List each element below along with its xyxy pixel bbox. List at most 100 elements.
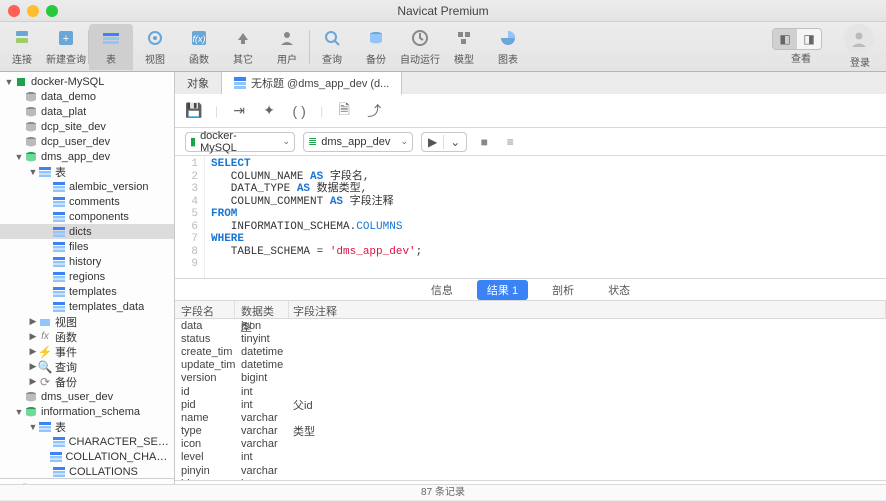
tree-item[interactable]: dcp_user_dev	[0, 134, 174, 149]
tb-new-query[interactable]: +新建查询	[44, 24, 88, 70]
col-header-type[interactable]: 数据类型	[235, 301, 289, 318]
tree-icon	[52, 181, 66, 193]
tab-objects[interactable]: 对象	[175, 72, 222, 94]
tree-icon	[24, 136, 38, 148]
window-minimize[interactable]	[27, 5, 39, 17]
tree-item[interactable]: alembic_version	[0, 179, 174, 194]
svg-text:f(x): f(x)	[193, 34, 206, 44]
tree-icon	[52, 436, 66, 448]
grid-row[interactable]: typevarchar类型	[175, 425, 886, 438]
tb-other[interactable]: 其它	[221, 24, 265, 70]
grid-row[interactable]: pidint父id	[175, 398, 886, 411]
tb-view[interactable]: 视图	[133, 24, 177, 70]
database-select[interactable]: ≣ dms_app_dev ⌄	[303, 132, 413, 152]
tree-icon: 🔍	[38, 361, 52, 373]
tb-function[interactable]: f(x)函数	[177, 24, 221, 70]
brackets-icon[interactable]: ( )	[290, 102, 308, 120]
connection-select[interactable]: ▮ docker-MySQL ⌄	[185, 132, 295, 152]
grid-row[interactable]: update_timdatetime	[175, 359, 886, 372]
tree-item[interactable]: ▶⟳备份	[0, 374, 174, 389]
grid-row[interactable]: versionbigint	[175, 372, 886, 385]
run-button[interactable]: ▶⌄	[421, 132, 467, 152]
tb-automation[interactable]: 自动运行	[398, 24, 442, 70]
explain-button[interactable]: ≡	[501, 133, 519, 151]
window-close[interactable]	[8, 5, 20, 17]
main-toolbar: 连接 +新建查询 表 视图 f(x)函数 其它 用户 查询 备份 自动运行 模型…	[0, 22, 886, 72]
tree-item[interactable]: COLLATIONS	[0, 464, 174, 478]
chevron-down-icon: ⌄	[276, 136, 290, 147]
tb-table[interactable]: 表	[89, 24, 133, 70]
grid-row[interactable]: datajson	[175, 319, 886, 332]
tree-item[interactable]: templates_data	[0, 299, 174, 314]
pane-right-icon[interactable]: ◨	[797, 29, 821, 49]
tb-connect[interactable]: 连接	[0, 24, 44, 70]
tree-icon	[52, 226, 66, 238]
tree-icon	[24, 106, 38, 118]
user-avatar[interactable]	[844, 24, 874, 54]
action-row: 💾 | ⇥ ✦ ( ) | 🗎 ⤴	[175, 94, 886, 128]
grid-row[interactable]: create_timdatetime	[175, 345, 886, 358]
window-zoom[interactable]	[46, 5, 58, 17]
tree-item[interactable]: ▶视图	[0, 314, 174, 329]
col-header-comment[interactable]: 字段注释	[289, 301, 886, 318]
indent-icon[interactable]: ⇥	[230, 102, 248, 120]
tree-icon	[24, 151, 38, 163]
grid-row[interactable]: iconvarchar	[175, 438, 886, 451]
tree-item[interactable]: data_demo	[0, 89, 174, 104]
tree-icon	[52, 241, 66, 253]
tb-chart[interactable]: 图表	[486, 24, 530, 70]
tree-item[interactable]: dicts	[0, 224, 174, 239]
tree-item[interactable]: CHARACTER_SETS	[0, 434, 174, 449]
tree-root[interactable]: ▼docker-MySQL	[0, 74, 174, 89]
tree-icon	[24, 91, 38, 103]
tree-item[interactable]: ▶fx函数	[0, 329, 174, 344]
result-tab[interactable]: 结果 1	[477, 280, 528, 300]
tree-item[interactable]: ▼表	[0, 419, 174, 434]
col-header-name[interactable]: 字段名	[175, 301, 235, 318]
tree-item[interactable]: comments	[0, 194, 174, 209]
save-icon[interactable]: 💾	[185, 102, 203, 120]
tree-item[interactable]: ▼dms_app_dev	[0, 149, 174, 164]
tree-icon: ⟳	[38, 376, 52, 388]
tree-item[interactable]: dcp_site_dev	[0, 119, 174, 134]
grid-row[interactable]: pinyinvarchar	[175, 464, 886, 477]
tree-item[interactable]: ▼表	[0, 164, 174, 179]
tree-icon	[38, 166, 52, 178]
format-icon[interactable]: ✦	[260, 102, 278, 120]
tree-item[interactable]: ▶🔍查询	[0, 359, 174, 374]
result-tab[interactable]: 剖析	[542, 280, 584, 300]
tree-item[interactable]: components	[0, 209, 174, 224]
tb-model[interactable]: 模型	[442, 24, 486, 70]
tree-icon	[24, 391, 38, 403]
view-mode-segment[interactable]: ◧ ◨	[772, 28, 822, 50]
tb-user[interactable]: 用户	[265, 24, 309, 70]
result-tab[interactable]: 状态	[598, 280, 640, 300]
tree-item[interactable]: data_plat	[0, 104, 174, 119]
tree-icon	[50, 451, 62, 463]
tab-query-untitled[interactable]: 无标题 @dms_app_dev (d...	[222, 72, 402, 95]
grid-row[interactable]: statustinyint	[175, 332, 886, 345]
result-tab[interactable]: 信息	[421, 280, 463, 300]
stop-button[interactable]: ■	[475, 133, 493, 151]
tb-backup[interactable]: 备份	[354, 24, 398, 70]
tree-item[interactable]: ▶⚡事件	[0, 344, 174, 359]
chevron-down-icon[interactable]: ⌄	[443, 135, 466, 149]
tree-icon	[52, 286, 66, 298]
tree-item[interactable]: files	[0, 239, 174, 254]
export-icon[interactable]: ⤴	[365, 102, 383, 120]
window-title: Navicat Premium	[397, 4, 488, 18]
tree-icon	[38, 421, 52, 433]
tree-item[interactable]: ▼information_schema	[0, 404, 174, 419]
result-grid[interactable]: datajsonstatustinyintcreate_timdatetimeu…	[175, 319, 886, 480]
tree-item[interactable]: templates	[0, 284, 174, 299]
tree-item[interactable]: COLLATION_CHARAC...	[0, 449, 174, 464]
tb-query[interactable]: 查询	[310, 24, 354, 70]
grid-row[interactable]: levelint	[175, 451, 886, 464]
query-icon	[234, 77, 246, 89]
doc-icon[interactable]: 🗎	[335, 102, 353, 120]
pane-left-icon[interactable]: ◧	[773, 29, 797, 49]
sql-editor[interactable]: SELECT COLUMN_NAME AS 字段名, DATA_TYPE AS …	[205, 156, 886, 278]
tree-item[interactable]: regions	[0, 269, 174, 284]
tree-item[interactable]: history	[0, 254, 174, 269]
tree-item[interactable]: dms_user_dev	[0, 389, 174, 404]
